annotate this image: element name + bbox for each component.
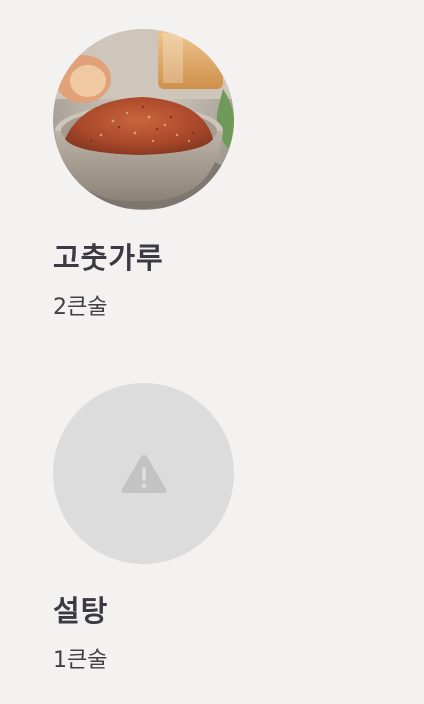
- ingredient-item-chili-powder[interactable]: 고춧가루 2큰술: [53, 29, 373, 323]
- ingredient-amount: 1큰술: [53, 648, 108, 673]
- ingredient-name: 설탕: [53, 594, 109, 628]
- ingredient-name: 고춧가루: [53, 241, 164, 275]
- ingredient-amount: 2큰술: [53, 295, 108, 320]
- chili-powder-photo: [53, 29, 234, 210]
- ingredient-image-placeholder: [53, 383, 234, 564]
- ingredient-image: [53, 29, 234, 210]
- ingredient-item-sugar[interactable]: 설탕 1큰술: [53, 383, 373, 676]
- warning-icon: [121, 454, 166, 493]
